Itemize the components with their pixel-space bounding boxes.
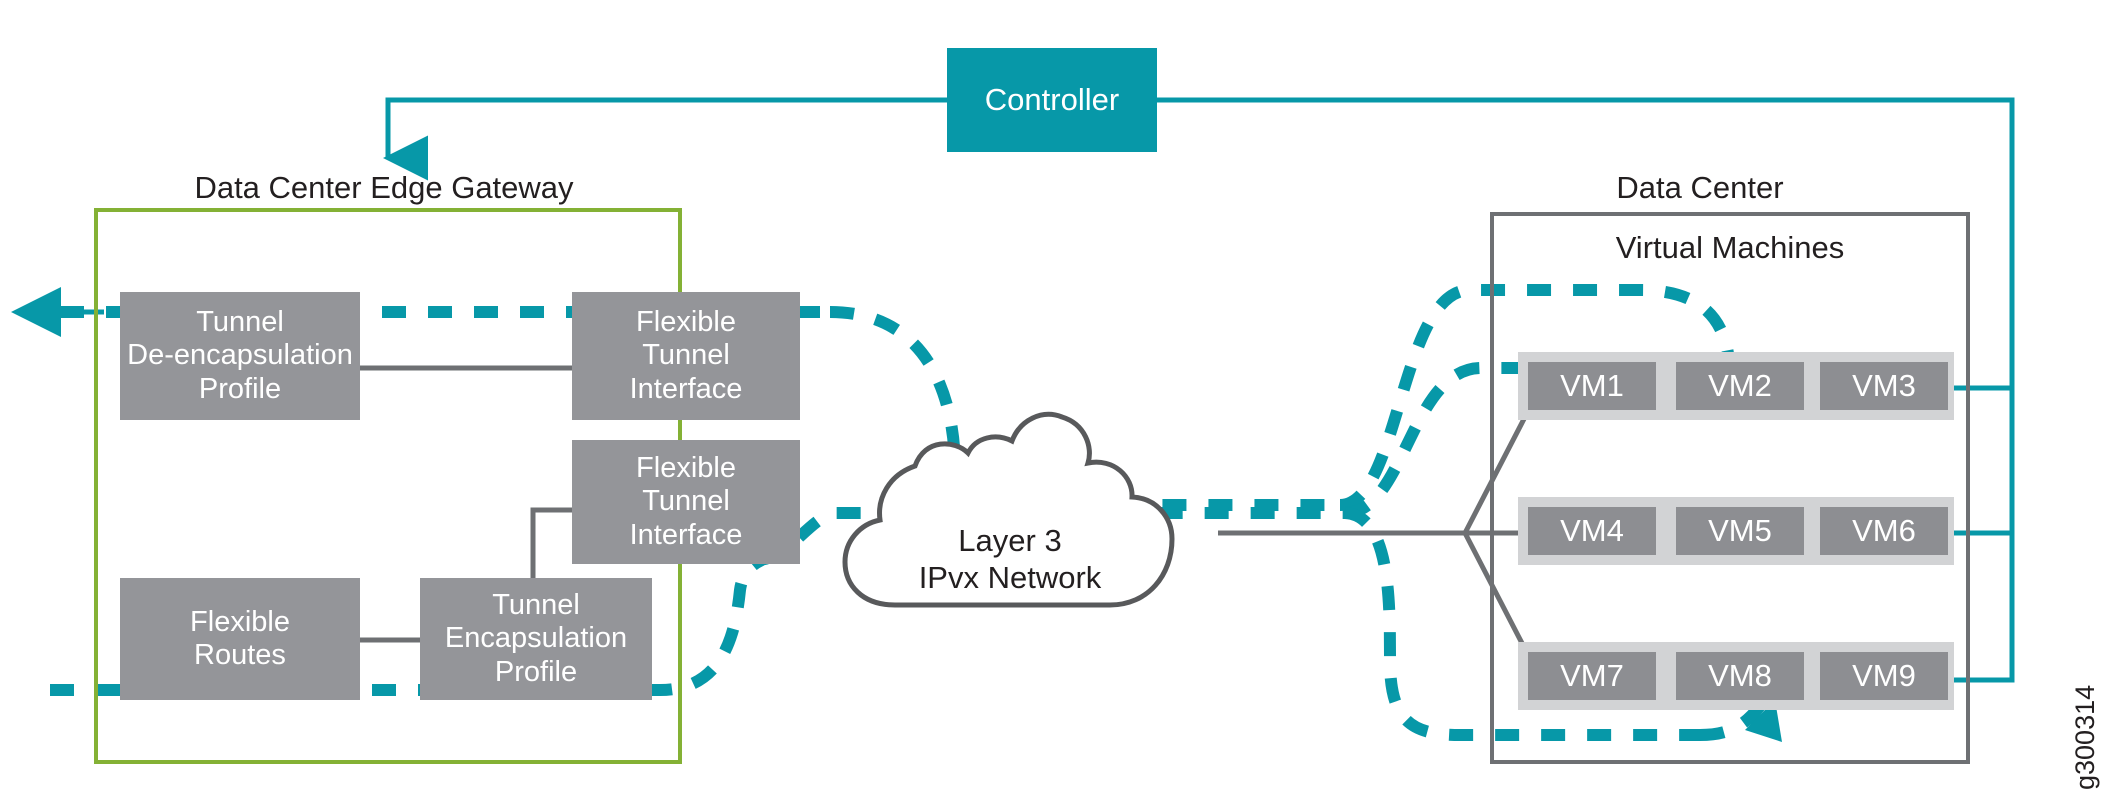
vm-box-vm8[interactable]: VM8: [1676, 652, 1804, 700]
wire-controller-to-gateway: [385, 97, 947, 150]
box-tunnel-de-encapsulation-profile[interactable]: Tunnel De-encapsulation Profile: [120, 292, 360, 420]
vm-box-vm5[interactable]: VM5: [1676, 507, 1804, 555]
vm-box-vm6[interactable]: VM6: [1820, 507, 1948, 555]
cloud-label-line-1: Layer 3: [958, 523, 1062, 558]
vm-box-vm2[interactable]: VM2: [1676, 362, 1804, 410]
vm-label-vm5: VM5: [1708, 513, 1772, 548]
virtual-machines-subtitle: Virtual Machines: [1615, 230, 1845, 265]
vm-label-vm2: VM2: [1708, 368, 1772, 403]
figure-id-label: g300314: [2070, 684, 2100, 790]
cloud-label-line-2: IPvx Network: [918, 560, 1102, 596]
vm-label-vm8: VM8: [1708, 658, 1772, 693]
vm-label-vm3: VM3: [1852, 368, 1916, 403]
box-flexible-tunnel-interface-top[interactable]: Flexible Tunnel Interface: [572, 292, 800, 420]
edge-gateway-title: Data Center Edge Gateway: [194, 170, 574, 205]
data-center-title: Data Center: [1616, 170, 1784, 205]
vm-label-vm1: VM1: [1560, 368, 1624, 403]
controller-label: Controller: [984, 82, 1120, 118]
box-flexible-routes[interactable]: Flexible Routes: [120, 578, 360, 700]
vm-box-vm7[interactable]: VM7: [1528, 652, 1656, 700]
vm-box-vm1[interactable]: VM1: [1528, 362, 1656, 410]
vm-label-vm6: VM6: [1852, 513, 1916, 548]
vm-box-vm3[interactable]: VM3: [1820, 362, 1948, 410]
box-tunnel-encapsulation-profile[interactable]: Tunnel Encapsulation Profile: [420, 578, 652, 700]
controller-box[interactable]: Controller: [947, 48, 1157, 152]
vm-box-vm4[interactable]: VM4: [1528, 507, 1656, 555]
network-cloud-label: Layer 3 IPvx Network: [895, 522, 1125, 596]
vm-label-vm7: VM7: [1560, 658, 1624, 693]
vm-label-vm4: VM4: [1560, 513, 1624, 548]
box-flexible-tunnel-interface-bottom[interactable]: Flexible Tunnel Interface: [572, 440, 800, 564]
vm-box-vm9[interactable]: VM9: [1820, 652, 1948, 700]
diagram-canvas: Controller Data Center Edge Gateway Tunn…: [0, 0, 2101, 808]
vm-label-vm9: VM9: [1852, 658, 1916, 693]
